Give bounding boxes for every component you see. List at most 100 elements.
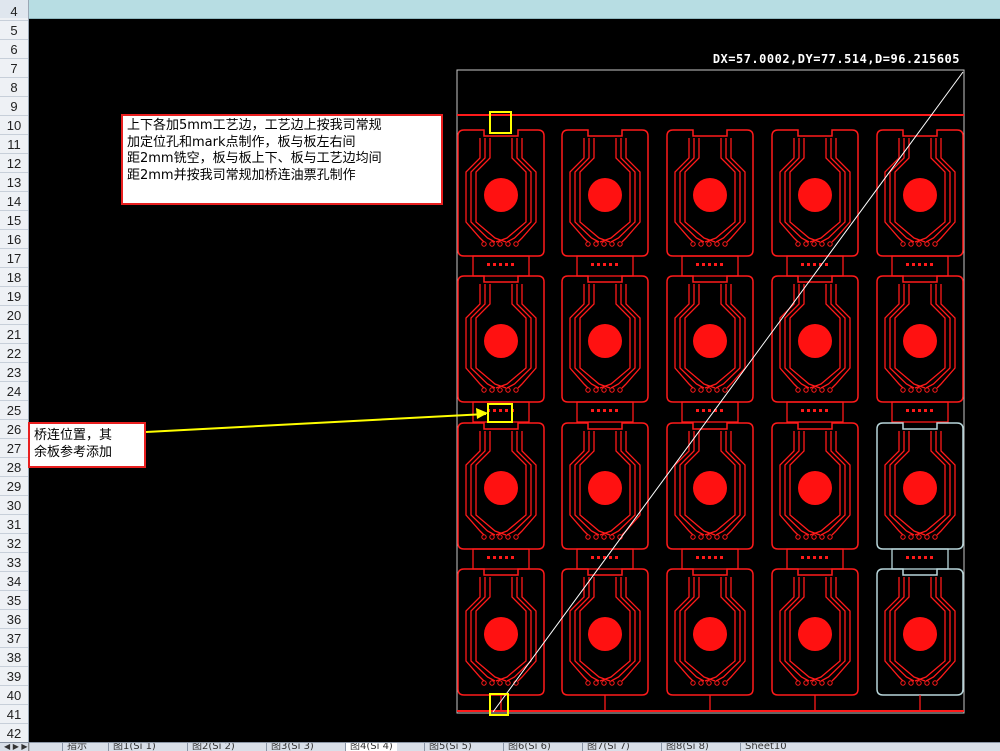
bridge-hole	[505, 409, 508, 412]
pcb-via	[819, 680, 825, 686]
pcb-via	[489, 387, 495, 393]
pcb-via	[932, 387, 938, 393]
row-number[interactable]: 6	[0, 40, 28, 59]
pcb-via	[690, 241, 696, 247]
row-number[interactable]: 29	[0, 477, 28, 496]
measurement-readout: DX=57.0002,DY=77.514,D=96.215605	[712, 52, 960, 66]
row-number[interactable]: 13	[0, 173, 28, 192]
pcb-via	[690, 680, 696, 686]
bridge-hole	[930, 409, 933, 412]
pcb-via	[505, 241, 511, 247]
pcb-via	[819, 534, 825, 540]
bridge-highlight	[487, 403, 513, 423]
note-line: 加定位孔和mark点制作，板与板左右间	[127, 134, 356, 150]
row-number[interactable]: 32	[0, 534, 28, 553]
pcb-via	[601, 534, 607, 540]
pcb-via	[900, 241, 906, 247]
bridge-hole	[702, 409, 705, 412]
pcb-via	[505, 534, 511, 540]
row-number[interactable]: 11	[0, 135, 28, 154]
row-number[interactable]: 38	[0, 648, 28, 667]
pcb-center-pad	[484, 617, 518, 651]
row-number[interactable]: 30	[0, 496, 28, 515]
bridge-hole	[801, 263, 804, 266]
bridge-hole	[825, 556, 828, 559]
row-number[interactable]: 24	[0, 382, 28, 401]
bridge-hole	[487, 556, 490, 559]
bridge-hole	[591, 263, 594, 266]
bridge-hole	[714, 556, 717, 559]
row-number[interactable]: 10	[0, 116, 28, 135]
bridge-hole	[597, 556, 600, 559]
row-number[interactable]: 22	[0, 344, 28, 363]
row-number[interactable]: 31	[0, 515, 28, 534]
bridge-hole	[906, 556, 909, 559]
pcb-via	[924, 534, 930, 540]
row-number[interactable]: 8	[0, 78, 28, 97]
pcb-via	[601, 387, 607, 393]
bridge-hole	[918, 409, 921, 412]
row-number[interactable]: 34	[0, 572, 28, 591]
pcb-via	[489, 534, 495, 540]
row-number[interactable]: 42	[0, 724, 28, 743]
bridge-hole	[906, 263, 909, 266]
row-number[interactable]: 15	[0, 211, 28, 230]
pcb-via	[706, 387, 712, 393]
pcb-via	[489, 680, 495, 686]
row-number[interactable]: 20	[0, 306, 28, 325]
row-number[interactable]: 17	[0, 249, 28, 268]
row-number[interactable]: 14	[0, 192, 28, 211]
pcb-center-pad	[588, 617, 622, 651]
pcb-via	[932, 534, 938, 540]
row-number[interactable]: 41	[0, 705, 28, 724]
bridge-hole	[801, 556, 804, 559]
row-number[interactable]: 18	[0, 268, 28, 287]
note-line: 余板参考添加	[34, 444, 113, 460]
bridge-hole	[609, 556, 612, 559]
pcb-via	[827, 387, 833, 393]
bridge-hole	[487, 263, 490, 266]
row-number[interactable]: 19	[0, 287, 28, 306]
row-number[interactable]: 5	[0, 21, 28, 40]
bridge-hole	[930, 263, 933, 266]
pcb-via	[585, 241, 591, 247]
pcb-via	[900, 680, 906, 686]
pcb-via	[706, 534, 712, 540]
row-number[interactable]: 26	[0, 420, 28, 439]
row-number[interactable]: 7	[0, 59, 28, 78]
bridge-hole	[591, 556, 594, 559]
row-number[interactable]: 25	[0, 401, 28, 420]
pcb-via	[585, 680, 591, 686]
row-number[interactable]: 39	[0, 667, 28, 686]
row-number[interactable]: 21	[0, 325, 28, 344]
pcb-via	[489, 241, 495, 247]
row-number[interactable]: 27	[0, 439, 28, 458]
row-number[interactable]: 23	[0, 363, 28, 382]
row-number[interactable]: 9	[0, 97, 28, 116]
row-number[interactable]: 40	[0, 686, 28, 705]
bridge-hole	[918, 263, 921, 266]
pcb-via	[617, 680, 623, 686]
row-number[interactable]: 36	[0, 610, 28, 629]
pcb-via	[497, 680, 503, 686]
row-number[interactable]: 28	[0, 458, 28, 477]
row-number[interactable]: 16	[0, 230, 28, 249]
row-number[interactable]: 12	[0, 154, 28, 173]
row-number[interactable]: 4	[0, 2, 28, 21]
pcb-via	[481, 680, 487, 686]
bridge-hole	[924, 556, 927, 559]
pcb-via	[698, 241, 704, 247]
bridge-hole	[511, 263, 514, 266]
row-number[interactable]: 37	[0, 629, 28, 648]
pcb-via	[698, 680, 704, 686]
bridge-hole	[825, 263, 828, 266]
row-number[interactable]: 33	[0, 553, 28, 572]
pcb-via	[609, 534, 615, 540]
row-number[interactable]: 35	[0, 591, 28, 610]
bridge-arrow-head	[476, 408, 488, 419]
pcb-center-pad	[693, 617, 727, 651]
bridge-hole	[493, 556, 496, 559]
pcb-via	[481, 387, 487, 393]
pcb-via	[714, 241, 720, 247]
pcb-via	[916, 534, 922, 540]
